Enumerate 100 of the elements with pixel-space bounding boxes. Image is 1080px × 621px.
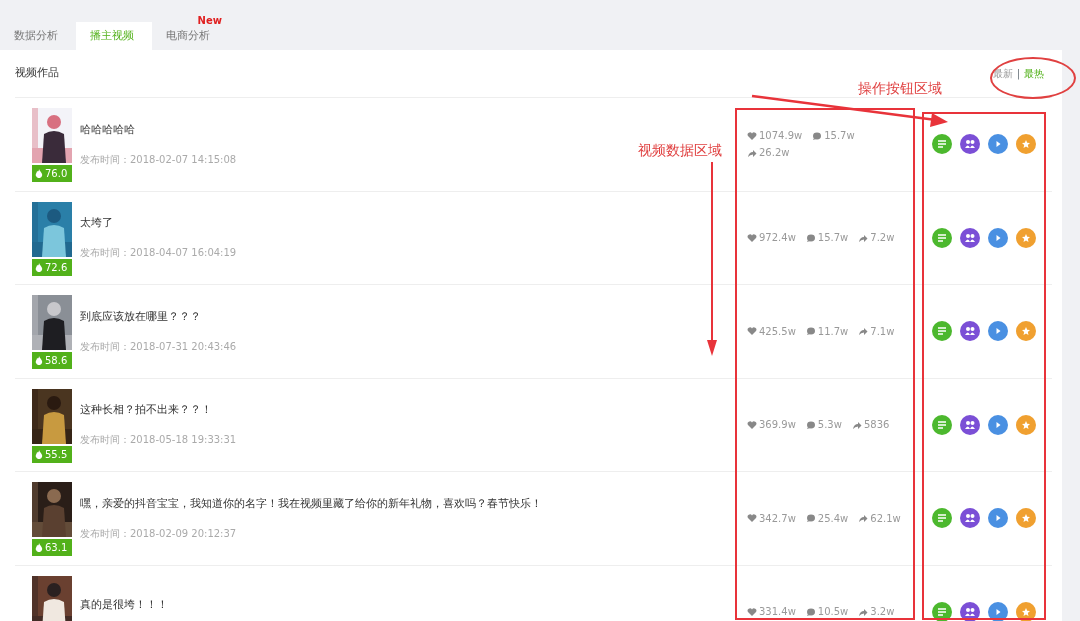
comment-count: 5.3w (817, 418, 842, 433)
star-button[interactable] (1016, 321, 1036, 342)
like-count: 331.4w (759, 605, 796, 620)
flame-icon (35, 543, 43, 552)
share-count: 7.2w (870, 231, 895, 246)
flame-icon (35, 449, 43, 459)
play-button[interactable] (988, 601, 1008, 621)
list-icon (937, 232, 947, 243)
like-count: 342.7w (759, 511, 796, 526)
score-badge: 72.6 (32, 258, 72, 276)
star-icon (1021, 606, 1031, 617)
star-icon (1021, 326, 1031, 337)
people-icon (965, 232, 975, 243)
play-button[interactable] (988, 508, 1008, 529)
comment-icon (805, 232, 816, 243)
star-icon (1021, 513, 1031, 524)
list-button[interactable] (932, 227, 952, 248)
publish-time: 发布时间：2018-05-18 19:33:31 (80, 433, 238, 448)
list-button[interactable] (932, 508, 952, 529)
like-count: 425.5w (759, 324, 796, 339)
video-title[interactable]: 这种长相？拍不出来？？！ (80, 402, 747, 419)
share-icon (858, 232, 869, 243)
share-icon (851, 419, 862, 430)
list-icon (937, 419, 947, 430)
publish-time: 发布时间：2018-04-07 16:04:19 (80, 246, 238, 261)
share-count: 62.1w (870, 511, 901, 526)
people-icon (965, 326, 975, 337)
heart-icon (747, 419, 757, 430)
video-title[interactable]: 真的是很垮！！！ (80, 596, 747, 613)
score-badge: 58.6 (32, 352, 72, 369)
list-button[interactable] (932, 601, 952, 621)
comment-icon (805, 513, 816, 524)
publish-time: 发布时间：2018-07-31 20:43:46 (80, 339, 238, 354)
share-count: 5836 (863, 418, 890, 433)
share-count: 3.2w (870, 605, 895, 620)
star-button[interactable] (1016, 508, 1036, 529)
comment-count: 11.7w (817, 324, 849, 339)
list-button[interactable] (932, 134, 952, 155)
people-icon (965, 139, 975, 150)
star-button[interactable] (1016, 227, 1036, 248)
score-badge: 55.5 (32, 445, 72, 463)
score-badge: 63.1 (32, 539, 72, 556)
people-button[interactable] (960, 321, 980, 342)
like-count: 972.4w (759, 231, 796, 246)
sort-divider: | (1016, 67, 1020, 81)
video-title[interactable]: 哈哈哈哈哈 (80, 121, 747, 138)
video-title[interactable]: 嘿，亲爱的抖音宝宝，我知道你的名字！我在视频里藏了给你的新年礼物，喜欢吗？春节快乐！ (80, 495, 747, 512)
star-icon (1021, 139, 1031, 150)
annotation-label: 操作按钮区域 (858, 79, 942, 98)
comment-icon (805, 326, 816, 337)
new-label: New (197, 16, 222, 26)
publish-time: 发布时间：2018-02-09 20:12:37 (80, 526, 238, 541)
publish-time: 发布时间：2018-02-07 14:15:08 (80, 152, 238, 167)
list-icon (937, 326, 947, 337)
list-button[interactable] (932, 414, 952, 435)
share-icon (858, 326, 869, 337)
comment-count: 10.5w (817, 605, 849, 620)
flame-icon (35, 262, 43, 272)
list-button[interactable] (932, 321, 952, 342)
list-icon (937, 606, 947, 617)
tab[interactable]: 数据分析 (0, 22, 76, 50)
video-title[interactable]: 太垮了 (80, 215, 747, 232)
section-title: 视频作品 (15, 65, 59, 82)
people-button[interactable] (960, 414, 980, 435)
share-icon (858, 606, 869, 617)
flame-icon (35, 169, 43, 178)
comment-icon (805, 419, 816, 430)
star-button[interactable] (1016, 601, 1036, 621)
star-button[interactable] (1016, 414, 1036, 435)
play-button[interactable] (988, 321, 1008, 342)
heart-icon (747, 232, 757, 243)
share-count: 26.2w (759, 146, 790, 161)
like-count: 369.9w (759, 418, 796, 433)
list-icon (937, 139, 947, 150)
video-title[interactable]: 到底应该放在哪里？？？ (80, 308, 747, 325)
annotation-label: 视频数据区域 (638, 141, 722, 160)
share-icon (747, 147, 757, 158)
star-icon (1021, 232, 1031, 243)
people-icon (965, 513, 975, 524)
play-button[interactable] (988, 134, 1008, 155)
people-button[interactable] (960, 508, 980, 529)
comment-icon (812, 130, 823, 141)
heart-icon (747, 606, 757, 617)
people-icon (965, 606, 975, 617)
play-button[interactable] (988, 414, 1008, 435)
heart-icon (747, 130, 757, 141)
like-count: 1074.9w (759, 129, 803, 144)
people-button[interactable] (960, 134, 980, 155)
heart-icon (747, 513, 757, 524)
comment-icon (805, 606, 816, 617)
star-button[interactable] (1016, 134, 1036, 155)
flame-icon (35, 356, 43, 365)
comment-count: 15.7w (824, 129, 855, 144)
heart-icon (747, 326, 757, 337)
play-button[interactable] (988, 227, 1008, 248)
people-icon (965, 419, 975, 430)
share-count: 7.1w (870, 324, 895, 339)
people-button[interactable] (960, 227, 980, 248)
list-icon (937, 513, 947, 524)
people-button[interactable] (960, 601, 980, 621)
